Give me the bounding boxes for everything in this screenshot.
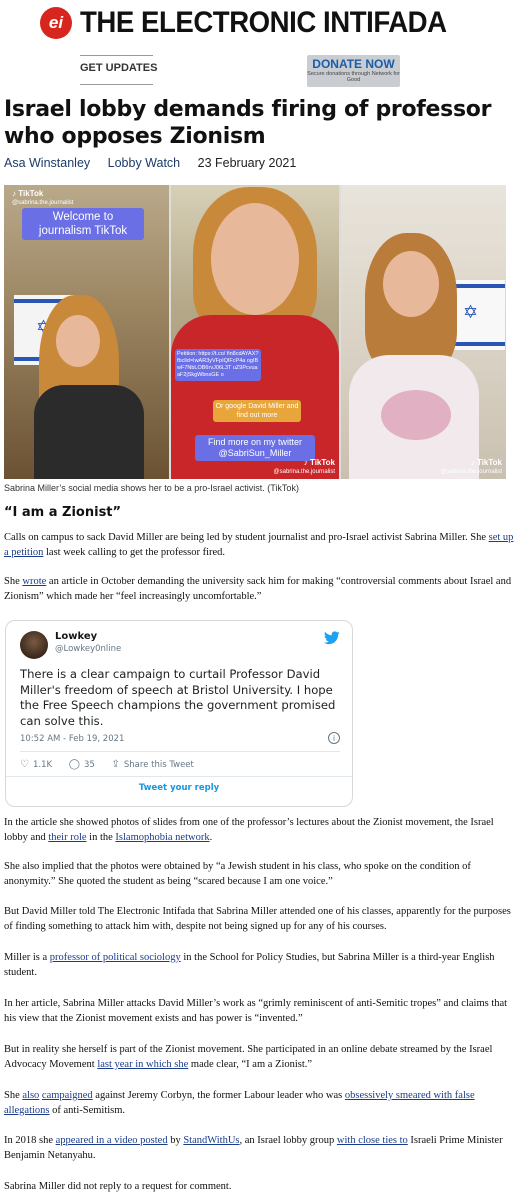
author-link[interactable]: Asa Winstanley [4, 156, 90, 170]
heart-icon: ♡ [20, 759, 29, 770]
paragraph: In 2018 she appeared in a video posted b… [4, 1135, 503, 1161]
tiktok-handle: @sabrina.the.journalist [273, 469, 335, 475]
reply-button[interactable]: ◯ 35 [69, 759, 95, 770]
tweet-reply-link[interactable]: Tweet your reply [6, 783, 352, 793]
tiktok-logo: ♪ TikTok [12, 189, 44, 198]
like-button[interactable]: ♡ 1.1K [20, 759, 52, 770]
section-link[interactable]: Lobby Watch [108, 156, 181, 170]
share-icon: ⇪ [111, 759, 120, 770]
paragraph: Sabrina Miller did not reply to a reques… [4, 1181, 232, 1192]
close-ties-link[interactable]: with close ties to [337, 1135, 408, 1146]
tiktok-still-2: Petition: https://t.co/ fin8cdAYAX? fbcl… [171, 185, 339, 479]
article-photo: ✡ ♪ TikTok @sabrina.the.journalist Welco… [4, 185, 506, 479]
tiktok-still-3: ✡ ♪ TikTok @sabrina.the.journalist [341, 185, 506, 479]
paragraph: She wrote an article in October demandin… [4, 576, 512, 602]
divider [20, 751, 340, 752]
tweet-actions: ♡ 1.1K ◯ 35 ⇪ Share this Tweet [20, 759, 208, 770]
tweet-timestamp[interactable]: 10:52 AM - Feb 19, 2021 [20, 734, 124, 744]
divider [80, 84, 153, 85]
article-headline: Israel lobby demands firing of professor… [4, 97, 492, 149]
info-icon[interactable]: i [328, 732, 340, 744]
standwithus-link[interactable]: StandWithUs [183, 1135, 239, 1146]
paragraph: She also campaigned against Jeremy Corby… [4, 1090, 475, 1116]
paragraph: But David Miller told The Electronic Int… [4, 906, 511, 932]
caption-bubble: Or google David Miller and find out more [213, 400, 301, 422]
site-logo-icon[interactable]: ei [40, 7, 72, 39]
masthead: ei THE ELECTRONIC INTIFADA [0, 0, 518, 46]
petition-link-bubble: Petition: https://t.co/ fin8cdAYAX? fbcl… [175, 349, 261, 381]
tiktok-still-1: ✡ ♪ TikTok @sabrina.the.journalist Welco… [4, 185, 169, 479]
tiktok-logo: ♪ TikTok [303, 458, 335, 467]
article-date: 23 February 2021 [197, 156, 297, 170]
twitter-bird-icon[interactable] [323, 631, 340, 645]
get-updates-link[interactable]: GET UPDATES [80, 62, 157, 74]
video-link[interactable]: appeared in a video posted [56, 1135, 168, 1146]
caption-bubble: Welcome to journalism TikTok [22, 208, 144, 240]
tweet-author-handle[interactable]: @Lowkey0nline [55, 644, 121, 654]
photo-caption: Sabrina Miller’s social media shows her … [4, 483, 299, 493]
also-link[interactable]: also [22, 1090, 39, 1101]
donate-button[interactable]: DONATE NOW Secure donations through Netw… [307, 55, 400, 87]
paragraph: She also implied that the photos were ob… [4, 861, 471, 887]
tweet-author-name[interactable]: Lowkey [55, 631, 97, 642]
donate-button-sublabel: Secure donations through Network for Goo… [307, 71, 400, 83]
campaigned-link[interactable]: campaigned [42, 1090, 93, 1101]
last-year-link[interactable]: last year in which she [97, 1059, 188, 1070]
divider [80, 55, 153, 56]
wrote-link[interactable]: wrote [22, 576, 46, 587]
section-subhead: “I am a Zionist” [4, 505, 122, 520]
paragraph: In her article, Sabrina Miller attacks D… [4, 998, 508, 1024]
avatar[interactable] [20, 631, 48, 659]
tweet-text: There is a clear campaign to curtail Pro… [20, 667, 336, 728]
tiktok-handle: @sabrina.the.journalist [440, 469, 502, 475]
professor-link[interactable]: professor of political sociology [50, 952, 181, 963]
caption-bubble: Find more on my twitter @SabriSun_Miller [195, 435, 315, 461]
donate-button-label: DONATE NOW [312, 57, 395, 71]
islamophobia-network-link[interactable]: Islamophobia network [115, 832, 209, 843]
site-name[interactable]: THE ELECTRONIC INTIFADA [80, 6, 447, 40]
comment-icon: ◯ [68, 759, 80, 770]
paragraph: But in reality she herself is part of th… [4, 1044, 493, 1070]
tiktok-logo: ♪ TikTok [470, 458, 502, 467]
their-role-link[interactable]: their role [48, 832, 86, 843]
embedded-tweet[interactable]: Lowkey @Lowkey0nline There is a clear ca… [5, 620, 353, 807]
paragraph: In the article she showed photos of slid… [4, 817, 494, 843]
byline: Asa Winstanley Lobby Watch 23 February 2… [4, 156, 310, 170]
tiktok-handle: @sabrina.the.journalist [12, 200, 74, 206]
divider [6, 776, 352, 777]
share-button[interactable]: ⇪ Share this Tweet [112, 759, 194, 770]
paragraph: Calls on campus to sack David Miller are… [4, 532, 514, 558]
paragraph: Miller is a professor of political socio… [4, 952, 495, 978]
